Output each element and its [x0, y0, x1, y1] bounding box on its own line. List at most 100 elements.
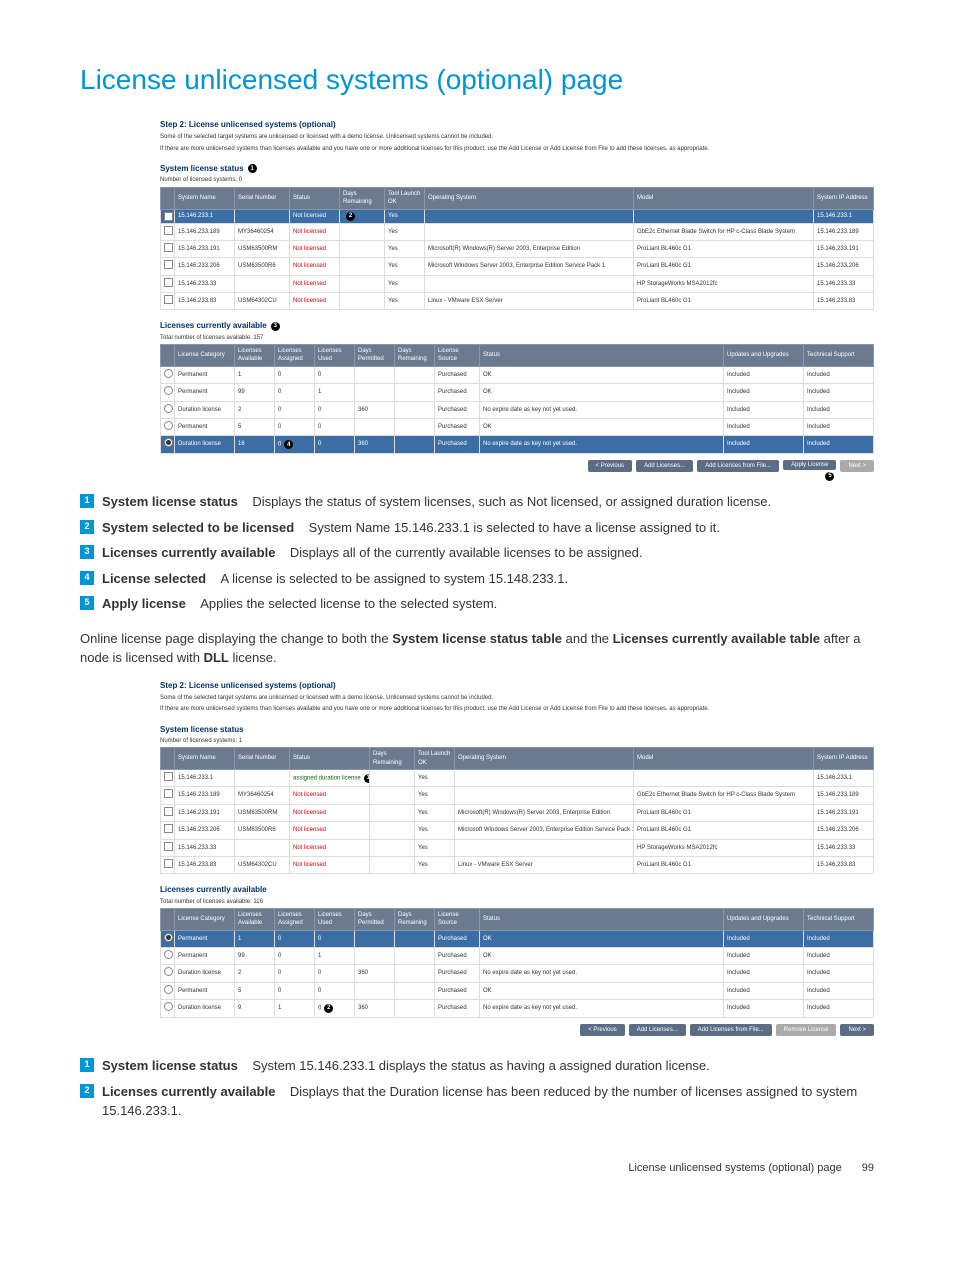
table-row[interactable]: 15.146.233.33Not licensedYesHP StorageWo… [161, 839, 874, 856]
column-header: Updates and Upgrades [724, 908, 804, 930]
table-row[interactable]: Duration license9102360PurchasedNo expir… [161, 1000, 874, 1017]
callout-marker: 4 [284, 440, 293, 449]
table-row[interactable]: Duration license200360PurchasedNo expire… [161, 401, 874, 418]
button-row: < Previous Add Licenses... Add Licenses … [160, 460, 874, 472]
callout-item: 2System selected to be licensed System N… [80, 518, 874, 538]
table-row[interactable]: 15.146.233.191USM63500RMNot licensedYesM… [161, 240, 874, 257]
callout-item: 4 License selected A license is selected … [80, 569, 874, 589]
row-radio[interactable] [164, 438, 173, 447]
available-count: Total number of licenses available: 116 [160, 898, 874, 906]
row-checkbox[interactable] [164, 260, 173, 269]
table-row[interactable]: Permanent100PurchasedOKIncludedIncluded [161, 366, 874, 383]
column-header: Status [480, 908, 724, 930]
page-title: License unlicensed systems (optional) pa… [80, 60, 874, 99]
column-header: Licenses Used [315, 908, 355, 930]
row-radio[interactable] [164, 386, 173, 395]
callout-marker: 2 [346, 212, 355, 221]
column-header: Days Remaining [340, 187, 385, 209]
column-header: Days Remaining [395, 908, 435, 930]
row-checkbox[interactable] [164, 295, 173, 304]
callout-list-2: 1System license status System 15.146.233… [80, 1056, 874, 1121]
table-row[interactable]: 15.146.233.1assigned duration license1Ye… [161, 770, 874, 787]
row-checkbox[interactable] [164, 824, 173, 833]
column-header: System Name [175, 748, 235, 770]
callout-marker-3: 3 [271, 322, 280, 331]
table-row[interactable]: 15.146.233.189MY36460254Not licensedYesG… [161, 787, 874, 804]
table-row[interactable]: 15.146.233.83USM64302CUNot licensedYesLi… [161, 293, 874, 310]
callout-text: Apply license Applies the selected licen… [102, 594, 497, 614]
previous-button[interactable]: < Previous [588, 460, 633, 472]
table-row[interactable]: 15.146.233.189MY36460254Not licensedYesG… [161, 223, 874, 240]
page-number: 99 [862, 1161, 874, 1176]
callout-text: System license status Displays the statu… [102, 492, 771, 512]
add-licenses-button[interactable]: Add Licenses... [629, 1024, 686, 1036]
row-checkbox[interactable] [164, 859, 173, 868]
add-licenses-file-button[interactable]: Add Licenses from File... [690, 1024, 772, 1036]
callout-number: 4 [80, 571, 94, 585]
row-radio[interactable] [164, 404, 173, 413]
row-radio[interactable] [164, 950, 173, 959]
table-row[interactable]: 15.146.233.33Not licensedYesHP StorageWo… [161, 275, 874, 292]
callout-text: License selected A license is selected t… [102, 569, 568, 589]
table-row[interactable]: Permanent500PurchasedOKIncludedIncluded [161, 419, 874, 436]
row-checkbox[interactable] [164, 807, 173, 816]
table-row[interactable]: Duration license16040360PurchasedNo expi… [161, 436, 874, 453]
row-checkbox[interactable] [164, 226, 173, 235]
row-radio[interactable] [164, 1002, 173, 1011]
row-checkbox[interactable] [164, 842, 173, 851]
row-radio[interactable] [164, 369, 173, 378]
row-radio[interactable] [164, 967, 173, 976]
licenses-available-table: License CategoryLicenses AvailableLicens… [160, 344, 874, 454]
screenshot-license-after: Step 2: License unlicensed systems (opti… [160, 680, 874, 1036]
callout-list-1: 1 System license status Displays the stat… [80, 492, 874, 614]
column-header: System IP Address [814, 187, 874, 209]
system-license-status-table: System NameSerial NumberStatusDays Remai… [160, 747, 874, 874]
page-footer: License unlicensed systems (optional) pa… [80, 1161, 874, 1176]
callout-number: 1 [80, 1058, 94, 1072]
table-row[interactable]: 15.146.233.83USM64302CUNot licensedYesLi… [161, 856, 874, 873]
table-row[interactable]: Permanent9901PurchasedOKIncludedIncluded [161, 948, 874, 965]
add-licenses-button[interactable]: Add Licenses... [636, 460, 693, 472]
row-radio[interactable] [164, 933, 173, 942]
table-row[interactable]: Permanent100PurchasedOKIncludedIncluded [161, 930, 874, 947]
column-header: Status [480, 345, 724, 367]
next-button[interactable]: Next > [840, 460, 874, 472]
column-header: Days Remaining [395, 345, 435, 367]
column-header: Licenses Assigned [275, 908, 315, 930]
table-row[interactable]: ✓15.146.233.1Not licensed2Yes15.146.233.… [161, 209, 874, 223]
apply-license-button[interactable]: Apply License [783, 460, 836, 470]
table-row[interactable]: 15.146.233.191USM63500RMNot licensedYesM… [161, 804, 874, 821]
row-checkbox[interactable] [164, 789, 173, 798]
table-row[interactable]: 15.146.233.206USM63500R6Not licensedYesM… [161, 822, 874, 839]
table-row[interactable]: 15.146.233.206USM63500R6Not licensedYesM… [161, 258, 874, 275]
add-licenses-file-button[interactable]: Add Licenses from File... [697, 460, 779, 472]
row-checkbox[interactable] [164, 243, 173, 252]
row-radio[interactable] [164, 985, 173, 994]
callout-number: 2 [80, 520, 94, 534]
column-header [161, 908, 175, 930]
column-header: Serial Number [235, 187, 290, 209]
row-checkbox[interactable] [164, 772, 173, 781]
callout-item: 2Licenses currently available Displays t… [80, 1082, 874, 1121]
column-header: Days Permitted [355, 345, 395, 367]
table-row[interactable]: Permanent9901PurchasedOKIncludedIncluded [161, 384, 874, 401]
callout-marker-1: 1 [248, 164, 257, 173]
row-radio[interactable] [164, 421, 173, 430]
step-title: Step 2: License unlicensed systems (opti… [160, 680, 874, 691]
previous-button[interactable]: < Previous [580, 1024, 625, 1036]
table-row[interactable]: Duration license200360PurchasedNo expire… [161, 965, 874, 982]
callout-marker: 1 [364, 774, 370, 783]
table-row[interactable]: Permanent500PurchasedOKIncludedIncluded [161, 982, 874, 999]
callout-number: 5 [80, 596, 94, 610]
callout-number: 2 [80, 1084, 94, 1098]
callout-number: 1 [80, 494, 94, 508]
column-header: Licenses Available [235, 345, 275, 367]
row-checkbox[interactable] [164, 278, 173, 287]
system-license-status-title: System license status 1 [160, 163, 874, 174]
licensed-count: Number of licensed systems: 0 [160, 176, 874, 184]
row-checkbox[interactable]: ✓ [164, 212, 173, 221]
callout-item: 3Licenses currently available Displays a… [80, 543, 874, 563]
next-button[interactable]: Next > [840, 1024, 874, 1036]
remove-license-button[interactable]: Remove License [776, 1024, 837, 1036]
licenses-available-table: License CategoryLicenses AvailableLicens… [160, 908, 874, 1018]
